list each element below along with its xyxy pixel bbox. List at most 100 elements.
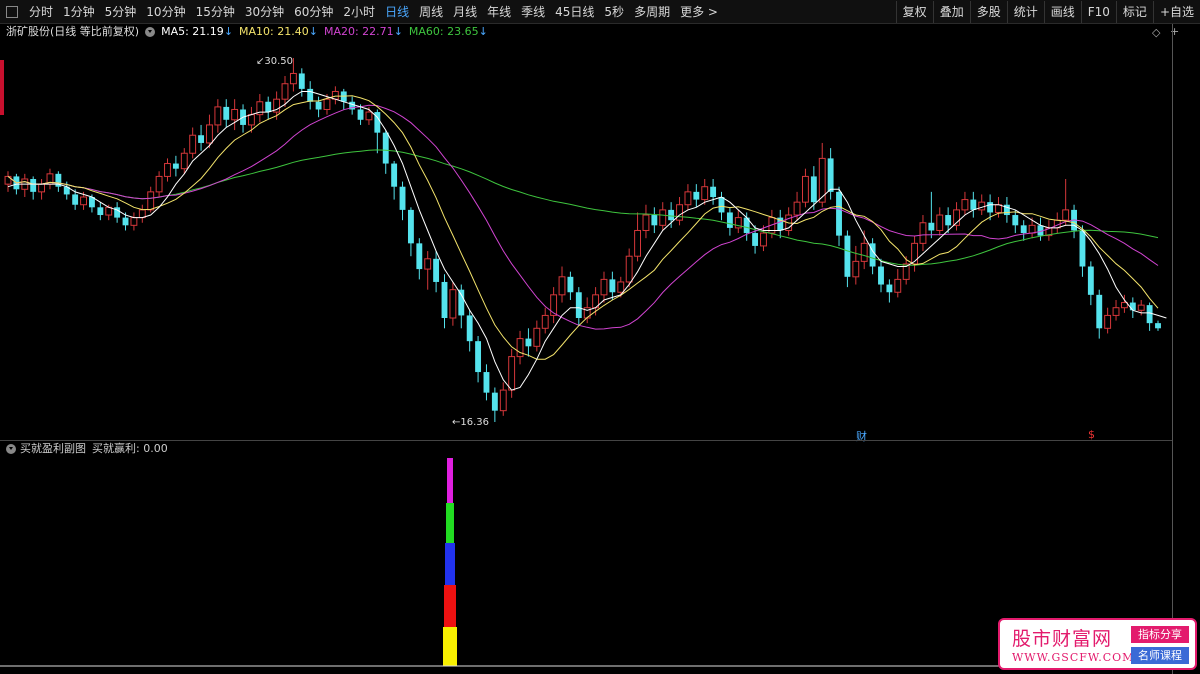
toolbar-right-4[interactable]: 画线 — [1043, 1, 1081, 23]
candle-body — [223, 106, 230, 120]
candle-body — [1012, 215, 1019, 226]
low-price-label: ←16.36 — [452, 417, 490, 428]
candle-body — [995, 204, 1002, 213]
candle-body — [38, 183, 46, 193]
candle-body — [802, 175, 809, 203]
candle-body — [878, 266, 884, 285]
toolbar-right-2[interactable]: 多股 — [969, 1, 1007, 23]
period-13[interactable]: 45日线 — [550, 1, 599, 23]
candle-body — [550, 294, 558, 316]
toolbar-right-6[interactable]: 标记 — [1115, 1, 1153, 23]
candle-body — [886, 284, 893, 293]
candle-body — [391, 163, 398, 187]
candle-body — [760, 232, 767, 247]
candle-body — [919, 222, 927, 244]
candle-body — [987, 202, 994, 213]
period-14[interactable]: 5秒 — [599, 1, 629, 23]
indicator-settings-icon[interactable] — [6, 444, 16, 454]
candle-body — [827, 158, 834, 192]
candle-body — [72, 194, 79, 205]
candle-body — [752, 233, 759, 246]
toolbar-right-3[interactable]: 统计 — [1006, 1, 1044, 23]
candle-body — [1096, 294, 1103, 329]
candle-body — [155, 175, 163, 193]
candle-body — [1087, 266, 1094, 295]
ma10-label: MA10: 21.40↓ — [239, 25, 318, 38]
candle-body — [600, 278, 608, 296]
period-6[interactable]: 60分钟 — [289, 1, 338, 23]
candle-body — [718, 197, 725, 213]
ma5-label: MA5: 21.19↓ — [161, 25, 234, 38]
candle-body — [80, 196, 87, 206]
candle-body — [726, 212, 733, 228]
period-8[interactable]: 日线 — [380, 1, 414, 23]
period-7[interactable]: 2小时 — [338, 1, 380, 23]
candle-body — [475, 341, 482, 373]
bar-segment-magenta — [447, 458, 453, 503]
candle-body — [617, 281, 625, 293]
candle-body — [525, 338, 532, 347]
candle-body — [1146, 305, 1153, 324]
period-10[interactable]: 月线 — [448, 1, 482, 23]
ma60-line — [7, 149, 1159, 266]
indicator-name[interactable]: 买就盈利副图 — [20, 441, 86, 457]
period-0[interactable]: 分时 — [24, 1, 58, 23]
period-12[interactable]: 季线 — [516, 1, 550, 23]
caiwu-marker[interactable]: 财 — [856, 428, 867, 444]
indicator-chart[interactable] — [0, 456, 1172, 670]
period-15[interactable]: 多周期 — [629, 1, 675, 23]
candle-body — [936, 214, 944, 231]
candle-body — [810, 176, 817, 203]
candle-body — [1020, 225, 1027, 234]
stock-title[interactable]: 浙矿股份(日线 等比前复权) — [6, 24, 139, 40]
toolbar-right-5[interactable]: F10 — [1080, 1, 1116, 23]
high-price-label: ↙30.50 — [256, 56, 294, 67]
period-11[interactable]: 年线 — [482, 1, 516, 23]
candle-body — [684, 191, 692, 206]
period-16[interactable]: 更多 > — [675, 1, 723, 23]
candle-body — [894, 278, 902, 293]
candle-body — [651, 215, 658, 226]
toolbar-right-0[interactable]: 复权 — [895, 1, 933, 23]
diamond-icon[interactable]: ◇ — [1152, 26, 1160, 39]
period-5[interactable]: 30分钟 — [240, 1, 289, 23]
candle-body — [466, 315, 473, 342]
toolbar-right-7[interactable]: +自选 — [1152, 1, 1200, 23]
candle-body — [1155, 323, 1161, 329]
candle-body — [508, 356, 516, 391]
candle-body — [331, 90, 339, 100]
period-4[interactable]: 15分钟 — [191, 1, 240, 23]
settings-dropdown-icon[interactable] — [145, 27, 156, 37]
candle-body — [625, 255, 633, 283]
indicator-value: 买就赢利: 0.00 — [92, 442, 168, 455]
candle-body — [1028, 224, 1036, 234]
candlestick-chart[interactable] — [0, 40, 1172, 440]
candle-body — [642, 214, 650, 231]
candle-body — [659, 209, 667, 226]
candle-body — [1104, 314, 1112, 329]
candle-body — [180, 152, 188, 170]
period-1[interactable]: 1分钟 — [58, 1, 100, 23]
period-2[interactable]: 5分钟 — [100, 1, 142, 23]
candle-body — [281, 83, 289, 100]
watermark-tag-share: 指标分享 — [1131, 626, 1189, 643]
layout-toggle-icon[interactable] — [6, 5, 18, 18]
candle-body — [382, 132, 389, 164]
candle-body — [265, 101, 272, 113]
candle-body — [676, 204, 683, 221]
candle-body — [516, 338, 524, 358]
candle-body — [961, 199, 969, 211]
indicator-legend: 买就盈利副图 买就赢利: 0.00 — [6, 441, 168, 457]
pane-divider[interactable] — [0, 440, 1172, 441]
candle-body — [298, 73, 305, 89]
candle-body — [860, 242, 868, 262]
period-3[interactable]: 10分钟 — [141, 1, 190, 23]
candle-body — [928, 222, 935, 231]
candle-body — [668, 209, 675, 221]
candle-body — [458, 289, 465, 316]
period-9[interactable]: 周线 — [414, 1, 448, 23]
candle-body — [836, 191, 842, 236]
candle-body — [978, 201, 986, 211]
toolbar-right-1[interactable]: 叠加 — [932, 1, 970, 23]
candle-body — [307, 88, 314, 102]
